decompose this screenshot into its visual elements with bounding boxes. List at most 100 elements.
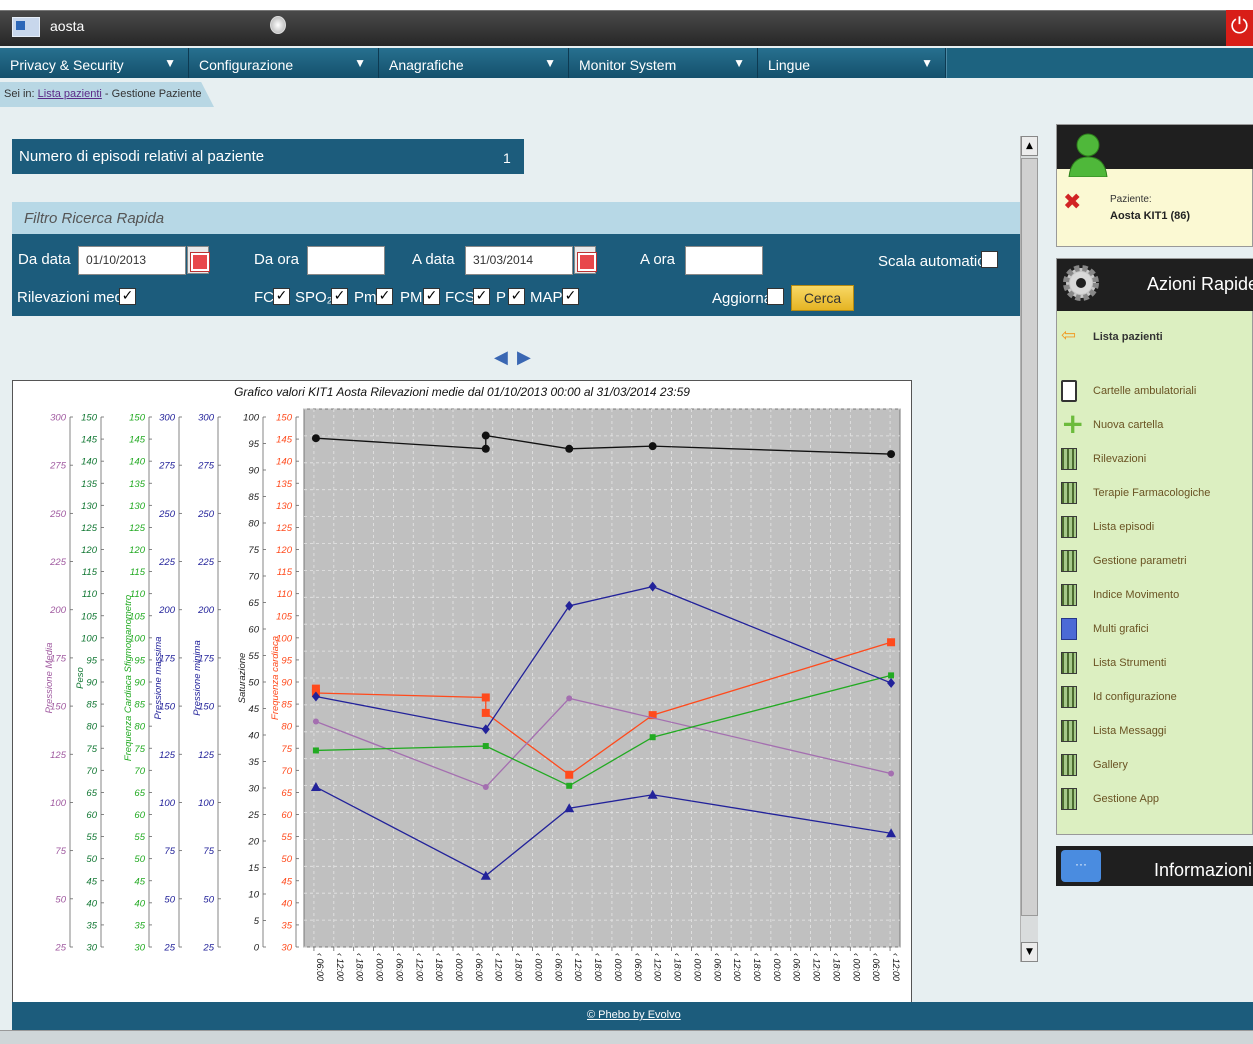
- axis-title: Pressione Media: [44, 643, 55, 714]
- param-fc-checkbox[interactable]: ✓: [273, 288, 290, 305]
- axis-tick-label: 120: [81, 545, 98, 556]
- action-item-cartelle-ambulatoriali[interactable]: Cartelle ambulatoriali: [1057, 378, 1253, 408]
- menu-configurazione[interactable]: Configurazione ▼: [189, 48, 379, 78]
- axis-tick-label: 75: [164, 846, 175, 857]
- scroll-up-button[interactable]: ▲: [1021, 136, 1038, 156]
- action-item-lista-episodi[interactable]: Lista episodi: [1057, 514, 1253, 544]
- menu-privacy-security[interactable]: Privacy & Security ▼: [0, 48, 189, 78]
- cerca-button[interactable]: Cerca: [791, 285, 854, 311]
- remove-patient-icon[interactable]: ✖: [1063, 190, 1081, 215]
- quick-actions-title: Azioni Rapide: [1147, 274, 1253, 294]
- da-data-input[interactable]: 01/10/2013: [78, 246, 186, 275]
- menu-lingue[interactable]: Lingue ▼: [758, 48, 946, 78]
- x-tick-label: ‹ 18:00: [514, 953, 524, 981]
- chart-icon: [1061, 618, 1077, 640]
- aggiorna-checkbox[interactable]: [767, 288, 784, 305]
- action-item-terapie-farmacologiche[interactable]: Terapie Farmacologiche: [1057, 480, 1253, 510]
- axis-title: Saturazione: [237, 653, 248, 704]
- action-item-gestione-parametri[interactable]: Gestione parametri: [1057, 548, 1253, 578]
- power-button[interactable]: ⏻: [1226, 10, 1253, 46]
- x-tick-label: ‹ 00:00: [692, 953, 702, 981]
- scrollbar-thumb[interactable]: [1021, 158, 1038, 916]
- axis-tick-label: 50: [281, 854, 292, 865]
- axis-tick-label: 140: [129, 457, 146, 468]
- param-pmax-checkbox[interactable]: ✓: [423, 288, 440, 305]
- param-pm-checkbox[interactable]: ✓: [376, 288, 393, 305]
- param-p-checkbox[interactable]: ✓: [508, 288, 525, 305]
- filter-header: Filtro Ricerca Rapida: [12, 202, 1020, 234]
- aggiorna-label: Aggiorna: [712, 290, 773, 307]
- axis-tick-label: 140: [276, 457, 293, 468]
- previous-arrow-icon[interactable]: ◀: [494, 347, 508, 368]
- scala-automatica-checkbox[interactable]: [981, 251, 998, 268]
- axis-tick-label: 125: [129, 523, 146, 534]
- data-point: [482, 743, 489, 750]
- axis-tick-label: 115: [277, 567, 293, 578]
- param-spo2-checkbox[interactable]: ✓: [331, 288, 348, 305]
- breadcrumb-link-lista-pazienti[interactable]: Lista pazienti: [38, 88, 102, 100]
- axis-tick-label: 50: [55, 894, 66, 905]
- calendar-icon[interactable]: [574, 246, 597, 274]
- a-ora-input[interactable]: [685, 246, 763, 275]
- axis-tick-label: 95: [86, 655, 97, 666]
- action-item-rilevazioni[interactable]: Rilevazioni: [1057, 446, 1253, 476]
- vertical-scrollbar[interactable]: ▲ ▼: [1020, 136, 1038, 962]
- action-item-lista-pazienti[interactable]: ⇦ Lista pazienti: [1057, 324, 1253, 354]
- info-dots-icon: ···: [1061, 850, 1101, 882]
- chart-svg: Grafico valori KIT1 Aosta Rilevazioni me…: [44, 385, 901, 981]
- action-item-lista-messaggi[interactable]: Lista Messaggi: [1057, 718, 1253, 748]
- chart-frame: Grafico valori KIT1 Aosta Rilevazioni me…: [12, 380, 912, 1014]
- axis-tick-label: 40: [86, 898, 97, 909]
- x-tick-label: ‹ 12:00: [653, 953, 663, 981]
- axis-tick-label: 110: [82, 589, 98, 600]
- menu-anagrafiche[interactable]: Anagrafiche ▼: [379, 48, 569, 78]
- next-arrow-icon[interactable]: ▶: [517, 347, 531, 368]
- calendar-icon[interactable]: [187, 246, 210, 274]
- menu-monitor-system[interactable]: Monitor System ▼: [569, 48, 758, 78]
- rilevazioni-medie-checkbox[interactable]: ✓: [119, 288, 136, 305]
- episodes-label: Numero di episodi relativi al paziente: [19, 148, 265, 165]
- axis-tick-label: 145: [129, 435, 146, 446]
- axis-tick-label: 60: [86, 810, 97, 821]
- action-item-indice-movimento[interactable]: Indice Movimento: [1057, 582, 1253, 612]
- gear-icon: [1063, 265, 1099, 301]
- data-point: [481, 431, 490, 440]
- param-map-checkbox[interactable]: ✓: [562, 288, 579, 305]
- axis-tick-label: 35: [86, 920, 97, 931]
- dropdown-arrow-icon: ▼: [164, 56, 176, 70]
- x-tick-label: ‹ 06:00: [553, 953, 563, 981]
- axis-tick-label: 85: [134, 700, 145, 711]
- action-item-nuova-cartella[interactable]: + Nuova cartella: [1057, 410, 1253, 442]
- action-item-id-configurazione[interactable]: Id configurazione: [1057, 684, 1253, 714]
- data-point: [887, 638, 896, 647]
- axis-tick-label: 55: [134, 832, 145, 843]
- a-data-label: A data: [412, 251, 455, 268]
- x-tick-label: ‹ 00:00: [851, 953, 861, 981]
- axis-tick-label: 250: [49, 509, 67, 520]
- clock-icon[interactable]: [270, 16, 286, 34]
- scroll-down-button[interactable]: ▼: [1021, 942, 1038, 962]
- axis-tick-label: 250: [158, 509, 176, 520]
- x-tick-label: ‹ 00:00: [375, 953, 385, 981]
- axis-tick-label: 275: [197, 461, 215, 472]
- patient-label: Paziente:: [1110, 194, 1152, 205]
- axis-tick-label: 55: [281, 832, 292, 843]
- axis-tick-label: 100: [50, 798, 67, 809]
- action-item-lista-strumenti[interactable]: Lista Strumenti: [1057, 650, 1253, 680]
- da-ora-input[interactable]: [307, 246, 385, 275]
- axis-tick-label: 10: [248, 890, 259, 901]
- axis-tick-label: 80: [134, 722, 145, 733]
- action-item-gestione-app[interactable]: Gestione App: [1057, 786, 1253, 816]
- axis-tick-label: 100: [243, 413, 260, 424]
- footer-link[interactable]: © Phebo by Evolvo: [587, 1009, 681, 1021]
- action-item-gallery[interactable]: Gallery: [1057, 752, 1253, 782]
- axis-tick-label: 75: [248, 545, 259, 556]
- da-data-label: Da data: [18, 251, 71, 268]
- param-fcs-checkbox[interactable]: ✓: [473, 288, 490, 305]
- patient-name: Aosta KIT1 (86): [1110, 210, 1191, 222]
- axis-tick-label: 100: [81, 633, 98, 644]
- action-item-multi-grafici[interactable]: Multi grafici: [1057, 616, 1253, 646]
- quick-actions-panel: Azioni Rapide ⇦ Lista pazienti Cartelle am…: [1056, 258, 1253, 835]
- axis-tick-label: 45: [86, 876, 97, 887]
- a-data-input[interactable]: 31/03/2014: [465, 246, 573, 275]
